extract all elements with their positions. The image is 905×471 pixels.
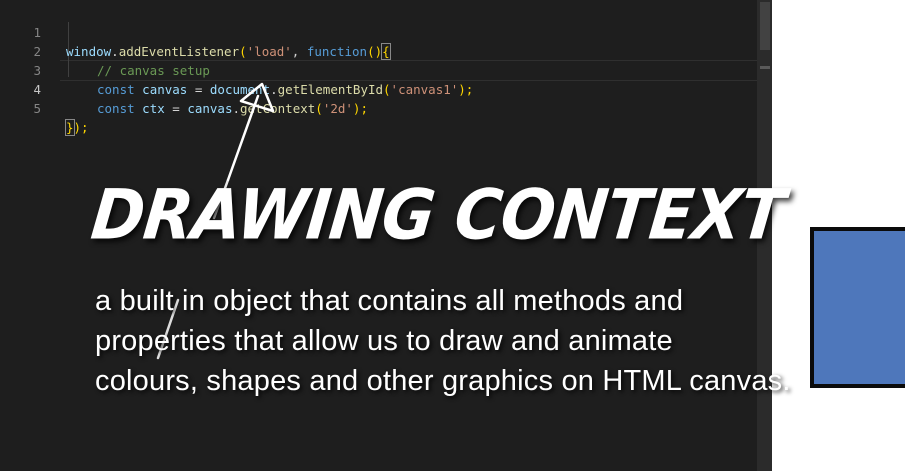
line-number: 5 <box>33 101 41 116</box>
code-line-3[interactable]: 3 const canvas = document.getElementById… <box>0 42 757 97</box>
token-close: ); <box>73 120 89 135</box>
token-canvas: canvas <box>187 101 233 116</box>
token-close: ); <box>352 101 368 116</box>
token-brace: } <box>65 119 75 136</box>
code-text: }); <box>65 118 89 137</box>
token-operator: = <box>164 101 188 116</box>
code-line-2[interactable]: 2 // canvas setup <box>0 23 757 78</box>
overlay-caption: a built in object that contains all meth… <box>95 281 805 401</box>
caption-line: colours, shapes and other graphics on HT… <box>95 365 791 397</box>
code-text: const ctx = canvas.getContext('2d'); <box>97 99 368 118</box>
token-variable: ctx <box>142 101 165 116</box>
code-line-1[interactable]: 1 window.addEventListener('load', functi… <box>0 4 757 60</box>
token-method: getContext <box>240 101 316 116</box>
code-line-5[interactable]: 5 }); <box>0 80 757 136</box>
token-dot: . <box>232 101 241 116</box>
scrollbar-thumb[interactable] <box>760 2 770 50</box>
token-paren: ( <box>315 101 323 116</box>
token-keyword: const <box>97 101 135 116</box>
caption-line: a built in object that contains all meth… <box>95 285 684 317</box>
caption-line: properties that allow us to draw and ani… <box>95 325 673 357</box>
token-string: '2d' <box>322 101 353 116</box>
blue-rectangle <box>810 227 905 388</box>
scrollbar-cursor-marker <box>760 66 770 69</box>
overlay-title: DRAWING CONTEXT <box>87 176 788 256</box>
code-line-4[interactable]: 4 const ctx = canvas.getContext('2d'); <box>0 61 757 116</box>
